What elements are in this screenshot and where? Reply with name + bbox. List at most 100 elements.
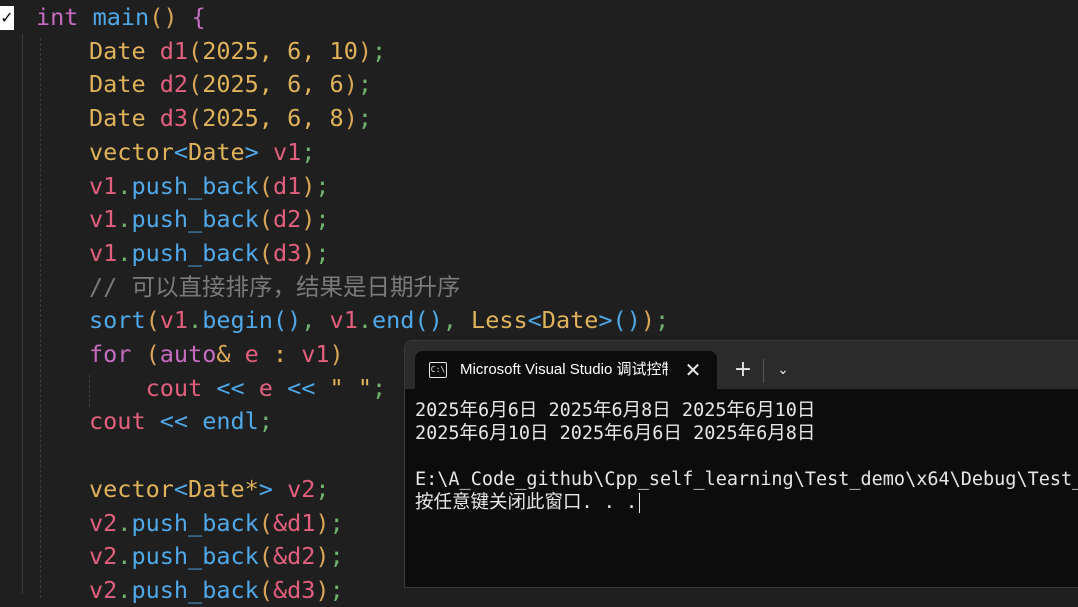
- terminal-tab-title: Microsoft Visual Studio 调试控制台: [460, 361, 668, 378]
- code-line[interactable]: Date d2(2025, 6, 6);: [89, 67, 372, 101]
- code-token: vector: [89, 474, 174, 503]
- code-line[interactable]: v2.push_back(&d1);: [89, 506, 344, 540]
- code-token: d1: [272, 171, 302, 200]
- code-token: Date: [541, 306, 599, 335]
- code-token: d1: [145, 36, 189, 65]
- code-token: Date: [188, 137, 245, 166]
- code-token: >: [598, 306, 613, 335]
- code-token: (: [258, 238, 273, 267]
- code-token: <: [527, 306, 542, 335]
- code-token: vector: [89, 137, 174, 166]
- code-token: .: [117, 508, 132, 537]
- code-token: {: [177, 3, 206, 31]
- code-token: <<: [202, 373, 245, 402]
- code-token: <<: [272, 373, 316, 402]
- code-token: v1: [258, 137, 302, 166]
- code-token: e: [244, 373, 273, 402]
- code-token: .: [117, 171, 132, 200]
- code-token: &d2: [272, 542, 316, 571]
- code-line[interactable]: Date d3(2025, 6, 8);: [89, 101, 372, 135]
- close-icon[interactable]: ✕: [681, 351, 705, 389]
- code-token: ): [329, 340, 344, 368]
- code-token: 6: [287, 70, 302, 99]
- code-token: ;: [357, 104, 373, 133]
- console-icon: C:\: [429, 362, 447, 378]
- code-token: .: [117, 205, 132, 234]
- terminal-tab[interactable]: C:\ Microsoft Visual Studio 调试控制台 ✕: [415, 351, 717, 389]
- code-token: 2025: [202, 70, 259, 99]
- code-token: ,: [301, 104, 330, 133]
- code-token: ;: [357, 70, 373, 99]
- new-tab-button[interactable]: +: [731, 351, 755, 389]
- code-token: (: [258, 171, 273, 200]
- code-token: :: [258, 340, 288, 368]
- code-token: ,: [258, 36, 288, 65]
- code-token: (: [145, 306, 160, 335]
- indent-guide: [40, 38, 41, 598]
- code-line[interactable]: v1.push_back(d3);: [89, 236, 330, 270]
- code-line[interactable]: int main() {: [36, 0, 206, 34]
- code-line[interactable]: v1.push_back(d1);: [89, 169, 330, 203]
- code-token: 8: [329, 104, 344, 133]
- code-token: (: [188, 70, 203, 99]
- code-token: .: [188, 306, 203, 335]
- code-token: ;: [315, 205, 330, 234]
- code-token: ;: [372, 36, 387, 65]
- code-token: (: [258, 508, 273, 537]
- code-line[interactable]: vector<Date*> v2;: [89, 472, 330, 506]
- code-token: v1: [89, 238, 118, 267]
- code-token: ;: [329, 508, 344, 537]
- code-token: ,: [301, 306, 330, 335]
- code-token: (: [131, 340, 160, 368]
- code-token: 6: [287, 36, 302, 65]
- code-token: Less: [471, 306, 528, 335]
- code-token: Date: [89, 104, 146, 133]
- code-token: <: [173, 474, 189, 503]
- code-token: // 可以直接排序，结果是日期升序: [89, 272, 461, 301]
- code-line[interactable]: for (auto& e : v1): [89, 337, 344, 371]
- code-token: <<: [145, 407, 189, 436]
- code-line[interactable]: v2.push_back(&d2);: [89, 539, 344, 573]
- code-line[interactable]: cout << e << " ";: [89, 371, 387, 405]
- code-token: Date: [89, 70, 146, 99]
- code-token: push_back: [131, 575, 259, 604]
- code-token: ): [301, 238, 316, 267]
- code-token: ): [343, 104, 358, 133]
- code-token: ,: [301, 36, 330, 65]
- code-token: ;: [655, 306, 670, 335]
- code-token: push_back: [131, 508, 259, 537]
- code-token: cout: [89, 407, 146, 436]
- code-token: ,: [258, 70, 288, 99]
- code-token: ;: [315, 238, 330, 267]
- code-line[interactable]: vector<Date> v1;: [89, 135, 315, 169]
- code-line[interactable]: Date d1(2025, 6, 10);: [89, 34, 386, 68]
- code-token: ,: [442, 306, 472, 335]
- terminal-output[interactable]: 2025年6月6日 2025年6月8日 2025年6月10日 2025年6月10…: [415, 399, 1078, 514]
- code-token: ,: [258, 104, 288, 133]
- debug-console-window[interactable]: C:\ Microsoft Visual Studio 调试控制台 ✕ + ⌄ …: [404, 340, 1078, 588]
- code-token: 6: [287, 104, 302, 133]
- code-token: d2: [145, 70, 189, 99]
- code-line[interactable]: sort(v1.begin(), v1.end(), Less<Date>())…: [89, 303, 669, 337]
- code-token: ;: [315, 474, 330, 503]
- code-token: ;: [301, 137, 316, 166]
- code-token: ): [357, 36, 372, 65]
- code-line[interactable]: v2.push_back(&d3);: [89, 573, 344, 607]
- code-token: v1: [329, 306, 358, 335]
- code-token: .: [117, 542, 132, 571]
- code-token: v2: [89, 542, 118, 571]
- code-line[interactable]: cout << endl;: [89, 404, 273, 438]
- code-token: ): [315, 542, 330, 571]
- chevron-down-icon[interactable]: ⌄: [771, 351, 795, 389]
- code-token: v1: [89, 205, 118, 234]
- code-token: 10: [329, 36, 358, 65]
- code-token: v2: [89, 508, 118, 537]
- code-line[interactable]: // 可以直接排序，结果是日期升序: [89, 270, 460, 304]
- output-line: E:\A_Code_github\Cpp_self_learning\Test_…: [415, 469, 1078, 490]
- code-token: ;: [258, 407, 273, 436]
- code-token: ): [315, 575, 330, 604]
- code-line[interactable]: v1.push_back(d2);: [89, 202, 330, 236]
- code-token: d3: [145, 104, 189, 133]
- output-line: 2025年6月6日 2025年6月8日 2025年6月10日: [415, 400, 816, 421]
- code-token: for: [89, 340, 132, 368]
